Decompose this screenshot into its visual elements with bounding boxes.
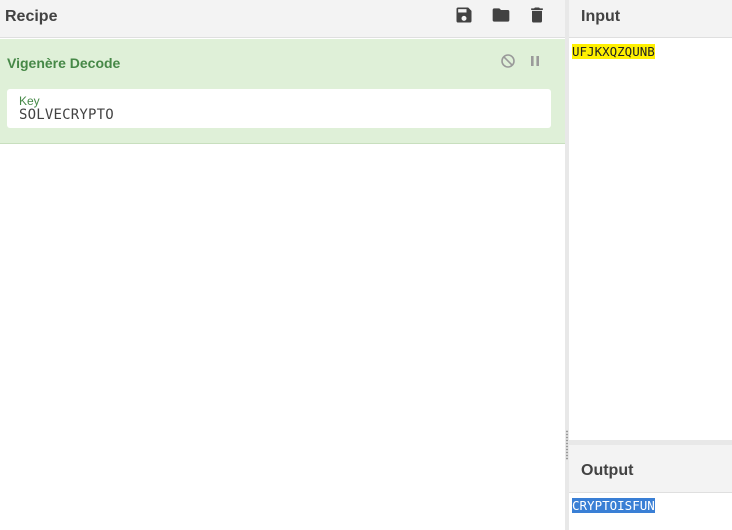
output-highlight: CRYPTOISFUN <box>572 498 655 513</box>
trash-icon <box>531 7 543 23</box>
input-text: UFJKXQZQUNB <box>572 44 655 60</box>
input-textarea[interactable] <box>569 39 732 440</box>
load-recipe-button[interactable] <box>490 4 512 26</box>
folder-icon <box>492 8 510 22</box>
clear-recipe-button[interactable] <box>526 4 548 26</box>
recipe-header: Recipe <box>0 0 565 38</box>
output-header: Output <box>569 445 732 493</box>
input-header: Input <box>569 0 732 38</box>
disable-operation-button[interactable] <box>499 52 517 70</box>
key-input[interactable] <box>19 107 539 123</box>
input-highlight: UFJKXQZQUNB <box>572 44 655 59</box>
recipe-operation-vigenere-decode[interactable]: Vigenère Decode Key <box>0 39 565 144</box>
pause-icon <box>531 56 539 66</box>
recipe-title: Recipe <box>5 8 58 25</box>
output-text: CRYPTOISFUN <box>572 498 655 514</box>
key-label: Key <box>19 94 40 108</box>
save-icon <box>456 7 472 23</box>
key-argument: Key <box>7 89 551 128</box>
resize-grip <box>566 430 568 460</box>
cyberchef-app: Recipe Vigenère Decode Key SOLVECRYPTO I… <box>0 0 732 530</box>
input-title: Input <box>581 8 621 25</box>
operation-title: Vigenère Decode <box>7 55 121 71</box>
recipe-panel: Recipe Vigenère Decode Key SOLVECRYPTO <box>0 0 565 530</box>
output-title: Output <box>581 462 634 479</box>
save-recipe-button[interactable] <box>453 4 475 26</box>
disable-icon <box>501 54 515 68</box>
breakpoint-button[interactable] <box>526 52 544 70</box>
